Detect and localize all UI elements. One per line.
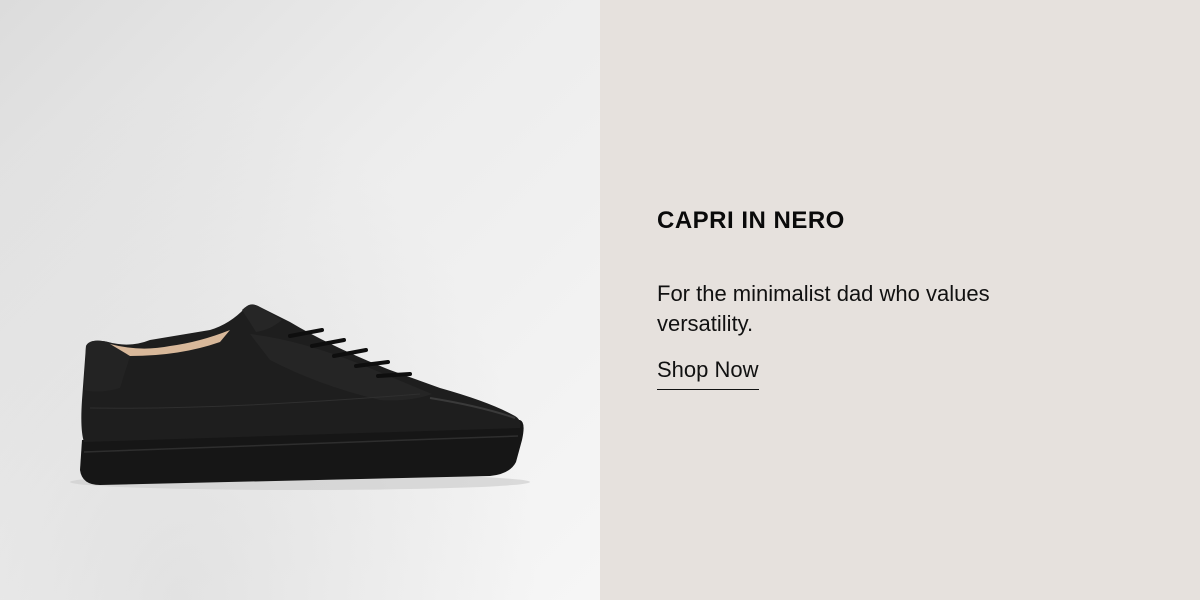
promo-banner: CAPRI IN NERO For the minimalist dad who… — [0, 0, 1200, 600]
shop-now-link[interactable]: Shop Now — [657, 357, 759, 390]
product-description: For the minimalist dad who values versat… — [657, 281, 990, 336]
product-image-panel[interactable] — [0, 0, 600, 600]
product-info-panel: CAPRI IN NERO For the minimalist dad who… — [600, 0, 1200, 600]
sneaker-image[interactable] — [60, 290, 540, 500]
product-title: CAPRI IN NERO — [657, 207, 845, 234]
